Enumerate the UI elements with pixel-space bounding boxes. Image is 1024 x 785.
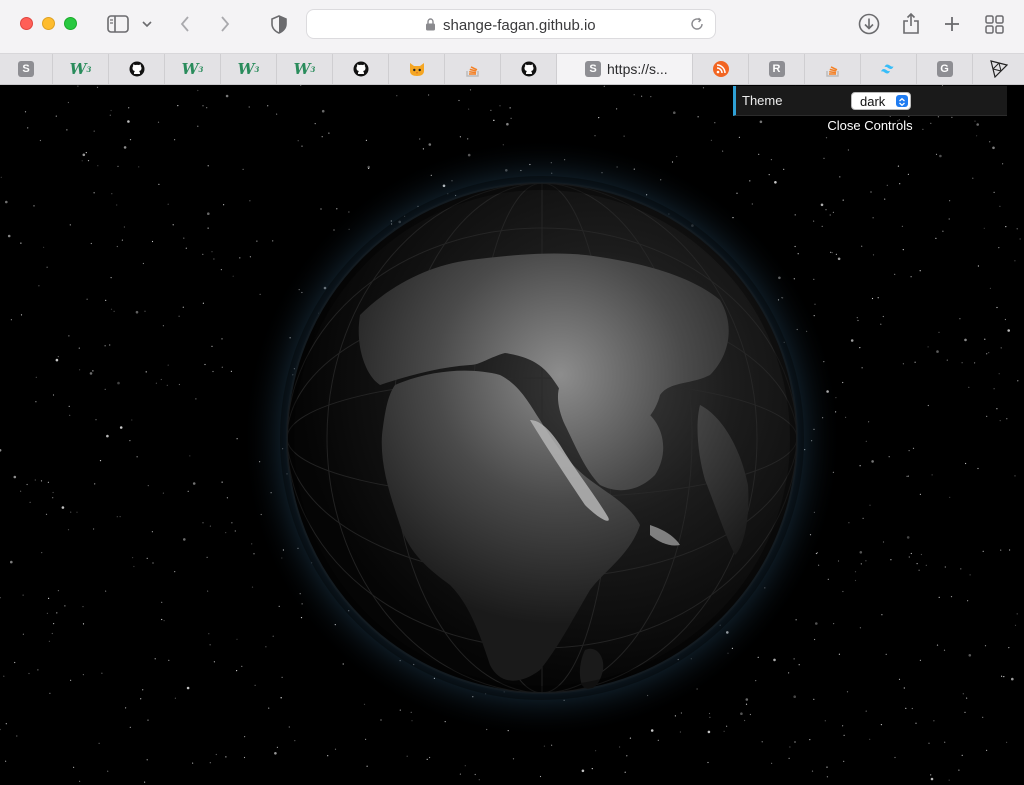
w3-favicon: W3	[237, 60, 260, 78]
privacy-shield-icon[interactable]	[270, 14, 288, 34]
tab-threejs[interactable]	[973, 54, 1024, 84]
theme-select-value: dark	[860, 94, 886, 109]
tab-github-2[interactable]	[333, 54, 389, 84]
tab-github-3[interactable]	[501, 54, 557, 84]
w3-favicon: W3	[293, 60, 316, 78]
back-icon[interactable]	[177, 14, 193, 34]
chevron-down-icon[interactable]	[141, 18, 153, 30]
theme-select[interactable]: dark	[851, 92, 911, 110]
s-favicon: S	[18, 61, 34, 77]
stackoverflow-icon	[465, 61, 481, 77]
w3-favicon: W3	[69, 60, 92, 78]
threejs-icon	[989, 60, 1008, 78]
github-icon	[521, 61, 537, 77]
close-controls-button[interactable]: Close Controls	[733, 118, 1007, 133]
rss-icon	[712, 61, 729, 77]
tab-r[interactable]: R	[749, 54, 805, 84]
tab-w3-3[interactable]: W3	[221, 54, 277, 84]
r-favicon: R	[768, 61, 785, 77]
tab-active[interactable]: S https://s...	[557, 54, 693, 84]
globe-viewport[interactable]	[0, 85, 1024, 785]
browser-toolbar: shange-fagan.github.io	[0, 0, 1024, 54]
tab-rss[interactable]	[693, 54, 749, 84]
close-window-button[interactable]	[20, 17, 33, 30]
forward-icon[interactable]	[217, 14, 233, 34]
tab-bar: S W3 W3 W3 W3 S https://s... R G	[0, 54, 1024, 85]
minimize-window-button[interactable]	[42, 17, 55, 30]
g-favicon: G	[936, 61, 953, 77]
tab-g[interactable]: G	[917, 54, 973, 84]
tab-w3-2[interactable]: W3	[165, 54, 221, 84]
tab-w3-4[interactable]: W3	[277, 54, 333, 84]
address-bar[interactable]: shange-fagan.github.io	[306, 9, 716, 39]
controls-panel: Theme dark	[733, 86, 1007, 116]
new-tab-icon[interactable]	[942, 14, 962, 34]
stackoverflow-icon	[825, 61, 841, 77]
tab-overview-icon[interactable]	[984, 14, 1004, 34]
downloads-icon[interactable]	[858, 13, 880, 35]
sidebar-icon[interactable]	[107, 15, 129, 33]
tailwind-icon	[880, 63, 898, 75]
github-icon	[129, 61, 145, 77]
theme-label: Theme	[742, 93, 783, 108]
tab-cat[interactable]	[389, 54, 445, 84]
s-favicon: S	[585, 61, 601, 77]
w3-favicon: W3	[181, 60, 204, 78]
earth-globe[interactable]	[0, 85, 1024, 785]
tab-tailwind[interactable]	[861, 54, 917, 84]
tab-w3-1[interactable]: W3	[53, 54, 109, 84]
tab-stackoverflow-1[interactable]	[445, 54, 501, 84]
zoom-window-button[interactable]	[64, 17, 77, 30]
github-icon	[353, 61, 369, 77]
tab-stackoverflow-2[interactable]	[805, 54, 861, 84]
cat-favicon	[408, 61, 426, 77]
tab-github-1[interactable]	[109, 54, 165, 84]
tab-title: https://s...	[607, 61, 668, 77]
select-stepper-icon	[896, 95, 908, 107]
lock-icon	[425, 18, 436, 36]
reload-icon[interactable]	[689, 16, 705, 37]
tab-s-1[interactable]: S	[0, 54, 53, 84]
address-url: shange-fagan.github.io	[443, 17, 596, 34]
share-icon[interactable]	[901, 11, 921, 35]
